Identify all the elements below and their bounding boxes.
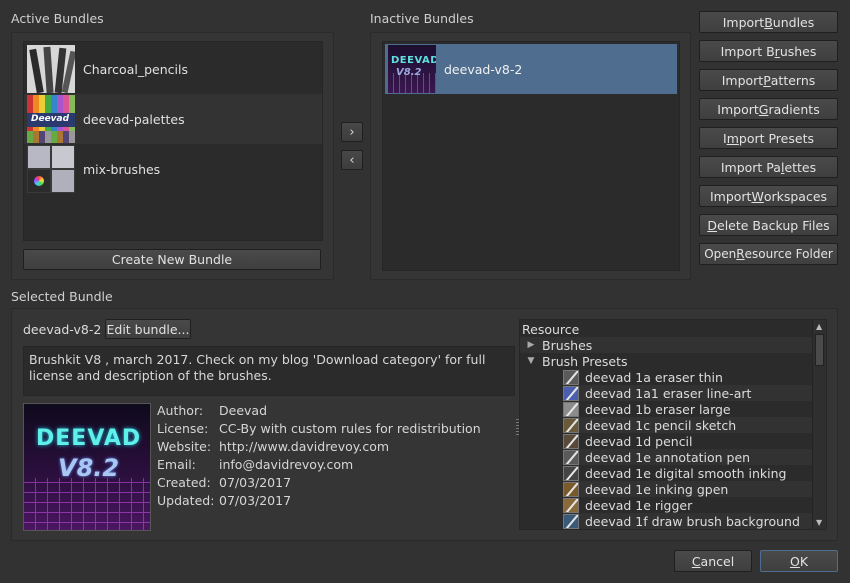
tree-item-preset[interactable]: deevad 1e inking gpen bbox=[563, 481, 812, 497]
expand-arrow-icon: ▶ bbox=[527, 340, 535, 350]
selected-bundle-name: deevad-v8-2 bbox=[23, 322, 102, 337]
deactivate-bundle-button[interactable]: ‹ bbox=[341, 150, 363, 170]
brush-preset-icon bbox=[563, 433, 579, 449]
tree-group-brushes[interactable]: ▶ Brushes bbox=[520, 337, 812, 353]
deevad-v8-2-thumbnail: DEEVAD V8.2 bbox=[388, 45, 436, 93]
import-gradients-button[interactable]: Import Gradients bbox=[699, 98, 838, 120]
cancel-button[interactable]: Cancel bbox=[674, 550, 752, 572]
preview-title: DEEVAD bbox=[36, 426, 142, 451]
meta-updated: Updated: 07/03/2017 bbox=[157, 493, 292, 508]
collapse-arrow-icon: ▼ bbox=[527, 356, 535, 366]
active-bundle-item[interactable]: Deevad deevad-palettes bbox=[24, 94, 322, 144]
bundle-preview-image: DEEVAD V8.2 bbox=[23, 403, 151, 531]
preview-version: V8.2 bbox=[58, 454, 120, 482]
brush-preset-icon bbox=[563, 465, 579, 481]
scrollbar-thumb[interactable] bbox=[815, 334, 824, 366]
meta-created: Created: 07/03/2017 bbox=[157, 475, 292, 490]
tree-item-preset[interactable]: deevad 1a1 eraser line-art bbox=[563, 385, 812, 401]
brush-preset-icon bbox=[563, 385, 579, 401]
active-bundle-item[interactable]: Charcoal_pencils bbox=[24, 44, 322, 94]
active-bundle-item[interactable]: mix-brushes bbox=[24, 144, 322, 194]
meta-author: Author: Deevad bbox=[157, 403, 267, 418]
bundle-name: mix-brushes bbox=[83, 161, 161, 177]
meta-website: Website: http://www.davidrevoy.com bbox=[157, 439, 390, 454]
tree-item-preset[interactable]: deevad 1d pencil bbox=[563, 433, 812, 449]
scroll-down-icon[interactable]: ▼ bbox=[816, 518, 822, 527]
chevron-right-icon: › bbox=[349, 124, 355, 140]
ok-button[interactable]: OK bbox=[760, 550, 838, 572]
inactive-bundles-group: DEEVAD V8.2 deevad-v8-2 bbox=[370, 32, 691, 280]
brush-preset-icon bbox=[563, 513, 579, 529]
import-palettes-button[interactable]: Import Pa l ettes bbox=[699, 156, 838, 178]
chevron-left-icon: ‹ bbox=[349, 152, 355, 168]
active-bundles-list[interactable]: Charcoal_pencils Deevad deevad-palettes … bbox=[23, 41, 323, 241]
scroll-up-icon[interactable]: ▲ bbox=[816, 322, 822, 331]
tree-item-preset[interactable]: deevad 1a eraser thin bbox=[563, 369, 812, 385]
resource-tree-scrollbar[interactable]: ▲ ▼ bbox=[812, 320, 826, 529]
import-brushes-button[interactable]: Import Br ushes bbox=[699, 40, 838, 62]
mix-brushes-thumbnail bbox=[27, 145, 75, 193]
tree-item-preset[interactable]: deevad 1c pencil sketch bbox=[563, 417, 812, 433]
activate-bundle-button[interactable]: › bbox=[341, 122, 363, 142]
edit-bundle-label: Edit bundle... bbox=[106, 321, 190, 337]
meta-email: Email: info@davidrevoy.com bbox=[157, 457, 354, 472]
bundle-name: Charcoal_pencils bbox=[83, 61, 188, 77]
brush-preset-icon bbox=[563, 369, 579, 385]
brush-preset-icon bbox=[563, 401, 579, 417]
open-resource-folder-button[interactable]: Open Resource Folder bbox=[699, 243, 838, 265]
create-new-bundle-button[interactable]: Create New Bundle bbox=[23, 249, 321, 270]
inactive-bundles-list[interactable]: DEEVAD V8.2 deevad-v8-2 bbox=[382, 41, 680, 271]
bundle-description: Brushkit V8 , march 2017. Check on my bl… bbox=[23, 346, 515, 396]
edit-bundle-button[interactable]: Edit bundle... bbox=[105, 319, 191, 339]
import-presets-button[interactable]: Im port Presets bbox=[699, 127, 838, 149]
brush-preset-icon bbox=[563, 417, 579, 433]
import-workspaces-button[interactable]: Import Workspaces bbox=[699, 185, 838, 207]
brush-preset-icon bbox=[563, 481, 579, 497]
selected-bundle-label: Selected Bundle bbox=[11, 289, 113, 304]
inactive-bundles-label: Inactive Bundles bbox=[370, 11, 474, 26]
active-bundles-group: Charcoal_pencils Deevad deevad-palettes … bbox=[11, 32, 334, 280]
delete-backup-files-button[interactable]: Delete Backup Files bbox=[699, 214, 838, 236]
resource-tree-header[interactable]: Resource bbox=[522, 321, 812, 337]
tree-group-label: Brush Presets bbox=[542, 353, 628, 369]
tree-group-label: Brushes bbox=[542, 337, 593, 353]
import-patterns-button[interactable]: Import Patterns bbox=[699, 69, 838, 91]
tree-group-brush-presets[interactable]: ▼ Brush Presets bbox=[520, 353, 812, 369]
bundle-name: deevad-palettes bbox=[83, 111, 185, 127]
deevad-palettes-thumbnail: Deevad bbox=[27, 95, 75, 143]
tree-item-preset[interactable]: deevad 1e digital smooth inking bbox=[563, 465, 812, 481]
tree-item-preset[interactable]: deevad 1f draw brush background bbox=[563, 513, 812, 529]
tree-item-preset[interactable]: deevad 1b eraser large bbox=[563, 401, 812, 417]
tree-item-preset[interactable]: deevad 1e rigger bbox=[563, 497, 812, 513]
bundle-name: deevad-v8-2 bbox=[444, 61, 523, 77]
create-new-bundle-label: Create New Bundle bbox=[111, 252, 233, 267]
tree-item-preset[interactable]: deevad 1e annotation pen bbox=[563, 449, 812, 465]
charcoal-pencils-thumbnail bbox=[27, 45, 75, 93]
resource-header-label: Resource bbox=[522, 321, 580, 337]
brush-preset-icon bbox=[563, 497, 579, 513]
meta-license: License: CC-By with custom rules for redi… bbox=[157, 421, 481, 436]
resource-tree[interactable]: Resource ▶ Brushes ▼ Brush Presets deeva… bbox=[519, 319, 827, 530]
inactive-bundle-item[interactable]: DEEVAD V8.2 deevad-v8-2 bbox=[385, 44, 677, 94]
active-bundles-label: Active Bundles bbox=[11, 11, 104, 26]
brush-preset-icon bbox=[563, 449, 579, 465]
import-bundles-button[interactable]: Import Bundles bbox=[699, 11, 838, 33]
